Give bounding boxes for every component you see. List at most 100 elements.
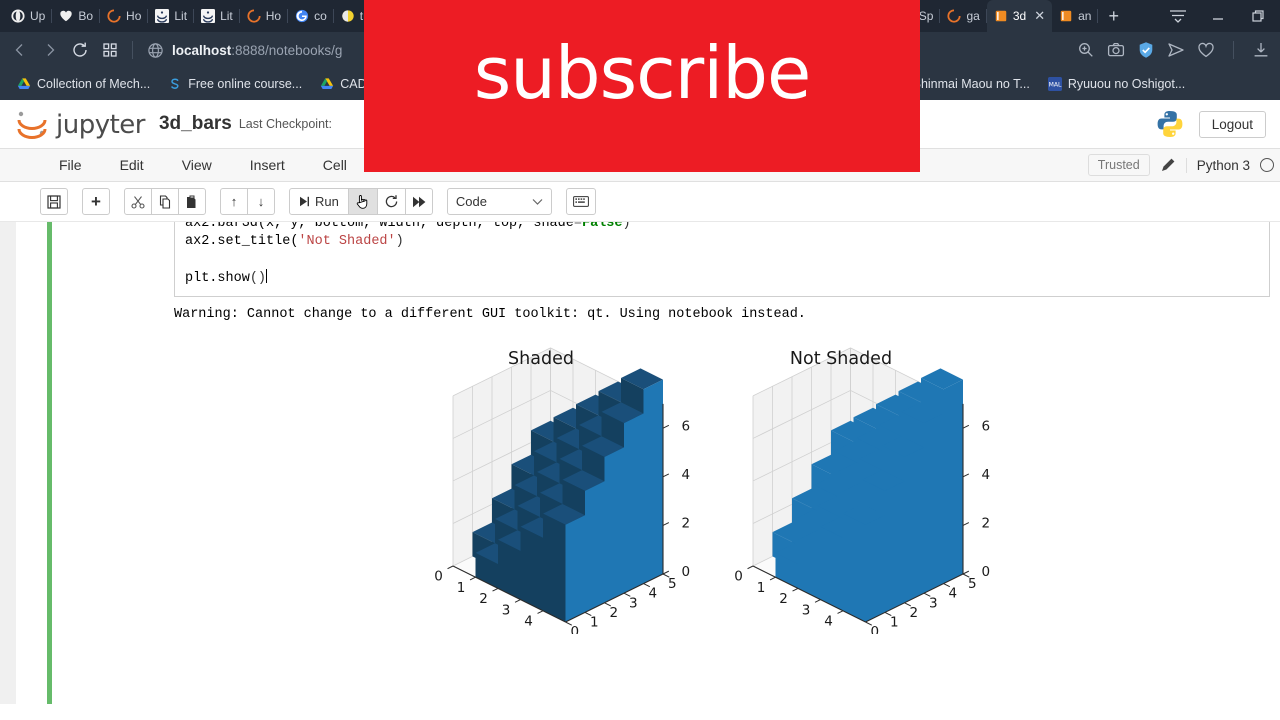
url-path: :8888/notebooks/g — [231, 42, 343, 58]
bookmark-label: Ryuuou no Oshigot... — [1067, 77, 1186, 91]
svg-text:5: 5 — [668, 576, 677, 592]
paste-button[interactable] — [178, 188, 206, 215]
svg-text:0: 0 — [734, 569, 743, 585]
menu-view[interactable]: View — [163, 148, 231, 182]
svg-text:2: 2 — [779, 591, 788, 607]
window-controls — [1158, 0, 1280, 32]
subscribe-overlay-banner: subscribe — [364, 0, 920, 172]
cell-type-select[interactable]: Code — [446, 188, 552, 215]
tab-label: 3d — [1012, 9, 1027, 23]
code-editor[interactable]: ax2.bar3d(x, y, bottom, width, depth, to… — [185, 222, 1259, 288]
forward-button[interactable] — [36, 36, 64, 64]
tab-11[interactable]: an — [1052, 0, 1099, 32]
reload-button[interactable] — [66, 36, 94, 64]
header-right: Logout — [1155, 109, 1266, 139]
notebook-name[interactable]: 3d_bars — [159, 113, 232, 135]
figure-shaded: 012340123450246Shaded — [434, 347, 691, 634]
tab-label: Uр — [30, 9, 46, 23]
command-palette-button[interactable] — [565, 188, 596, 215]
cell-input-area[interactable]: ax2.bar3d(x, y, bottom, width, depth, to… — [174, 222, 1270, 297]
chevron-down-icon — [532, 198, 543, 205]
tab-label: Hо — [126, 9, 142, 23]
capture-icon[interactable] — [1107, 41, 1125, 59]
yellow-circle-icon — [342, 10, 354, 22]
maximize-button[interactable] — [1238, 0, 1278, 32]
tab-0[interactable]: Uр — [4, 0, 53, 32]
insert-cell-button[interactable]: + — [82, 188, 110, 215]
heart-icon — [60, 10, 73, 22]
svg-text:1: 1 — [590, 615, 599, 631]
menu-edit[interactable]: Edit — [101, 148, 163, 182]
last-checkpoint-label: Last Checkpoint: — [238, 117, 332, 131]
svg-text:4: 4 — [524, 613, 533, 629]
logout-button[interactable]: Logout — [1198, 110, 1266, 138]
svg-text:2: 2 — [682, 516, 691, 532]
menu-file[interactable]: File — [40, 148, 101, 182]
tab-3[interactable]: Lit — [148, 0, 194, 32]
jupyter-notebook-page: jupyter 3d_bars Last Checkpoint: Logout … — [0, 100, 1280, 704]
bookmark-label: Collection of Mech... — [37, 77, 151, 91]
run-label: Run — [315, 194, 339, 209]
back-button[interactable] — [6, 36, 34, 64]
download-icon[interactable] — [1252, 41, 1270, 59]
menu-bar-right: Trusted Python 3 — [1087, 154, 1280, 176]
url-host: localhost — [172, 42, 232, 58]
svg-text:2: 2 — [479, 591, 488, 607]
shield-icon[interactable] — [1137, 41, 1155, 59]
restart-kernel-button[interactable] — [376, 188, 406, 215]
menu-icon[interactable] — [1158, 0, 1198, 32]
svg-text:MAL: MAL — [1048, 82, 1061, 89]
save-button[interactable] — [40, 188, 68, 215]
send-icon[interactable] — [1167, 41, 1185, 59]
code-cell-selected[interactable]: ax2.bar3d(x, y, bottom, width, depth, to… — [47, 222, 1280, 704]
move-cell-down-button[interactable]: ↓ — [247, 188, 275, 215]
heart-icon[interactable] — [1197, 41, 1215, 59]
jupyter-icon — [155, 9, 170, 23]
google-icon — [295, 9, 309, 23]
tab-5[interactable]: Hо — [240, 0, 289, 32]
svg-text:3: 3 — [502, 602, 511, 618]
bookmark-label: Shinmai Maou no T... — [912, 77, 1030, 91]
tab-1[interactable]: Bo — [52, 0, 100, 32]
jupyter-logo[interactable]: jupyter — [14, 108, 145, 140]
jupyter-wordmark: jupyter — [56, 110, 145, 140]
new-tab-button[interactable]: + — [1098, 0, 1129, 32]
tab-3d-bars-active[interactable]: 3d ✕ — [986, 0, 1053, 32]
svg-text:3: 3 — [929, 595, 938, 611]
close-icon[interactable]: ✕ — [1034, 8, 1045, 24]
svg-text:4: 4 — [982, 467, 991, 483]
pencil-icon[interactable] — [1160, 157, 1176, 173]
move-cell-up-button[interactable]: ↑ — [220, 188, 248, 215]
copy-button[interactable] — [151, 188, 179, 215]
tab-6[interactable]: co — [288, 0, 334, 32]
interrupt-kernel-button[interactable] — [347, 188, 378, 215]
tiles-icon[interactable] — [96, 36, 124, 64]
kernel-name[interactable]: Python 3 — [1185, 157, 1250, 173]
tab-9[interactable]: ga — [940, 0, 987, 32]
svg-text:4: 4 — [649, 586, 658, 602]
zoom-icon[interactable] — [1077, 41, 1095, 59]
minimize-button[interactable] — [1198, 0, 1238, 32]
svg-text:0: 0 — [682, 564, 691, 580]
bookmark-4[interactable]: MAL Ryuuou no Oshigot... — [1039, 77, 1194, 91]
cut-button[interactable] — [124, 188, 152, 215]
tab-4[interactable]: Lit — [194, 0, 240, 32]
tab-2[interactable]: Hо — [100, 0, 149, 32]
menu-cell[interactable]: Cell — [304, 148, 366, 182]
bookmark-label: CAD — [340, 77, 367, 91]
svg-text:3: 3 — [802, 602, 811, 618]
bookmark-label: Free online course... — [188, 77, 303, 91]
restart-run-all-button[interactable] — [404, 188, 433, 215]
jupyter-logo-icon — [17, 111, 47, 139]
notebook-body[interactable]: ax2.bar3d(x, y, bottom, width, depth, to… — [0, 222, 1280, 704]
jupyter-icon — [201, 9, 216, 23]
notebook-icon — [1060, 10, 1072, 22]
bookmark-1[interactable]: Free online course... — [159, 77, 311, 91]
svg-text:1: 1 — [457, 580, 466, 596]
svg-text:6: 6 — [982, 418, 991, 434]
bookmark-0[interactable]: Collection of Mech... — [8, 77, 159, 91]
menu-insert[interactable]: Insert — [231, 148, 304, 182]
run-button[interactable]: Run — [289, 188, 349, 215]
toolbar-group-save — [40, 188, 68, 215]
svg-text:1: 1 — [890, 615, 899, 631]
